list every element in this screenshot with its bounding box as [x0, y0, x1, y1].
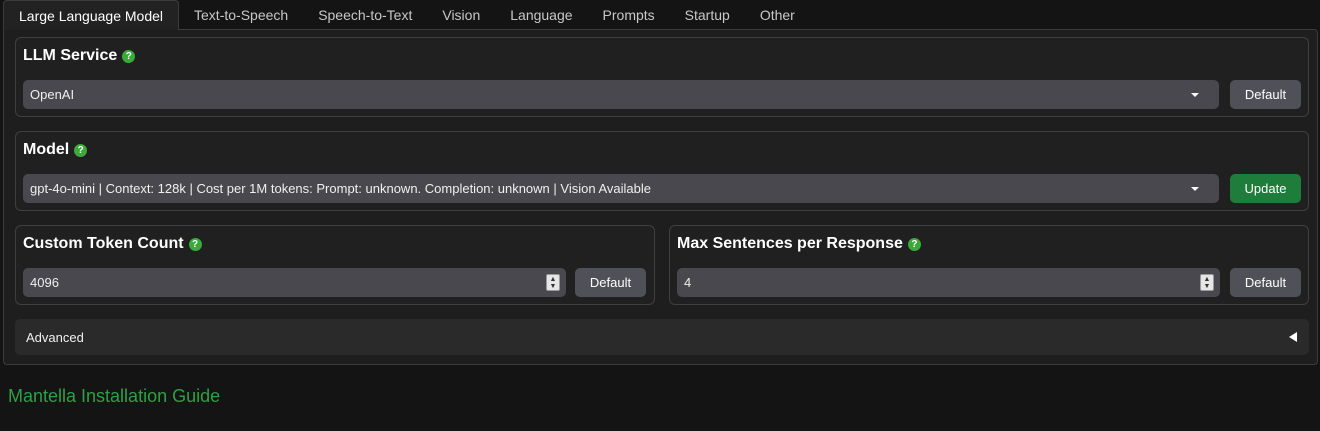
installation-guide-link[interactable]: Mantella Installation Guide [8, 386, 220, 407]
llm-service-default-button[interactable]: Default [1230, 80, 1301, 109]
model-card: Model ? gpt-4o-mini | Context: 128k | Co… [15, 131, 1309, 211]
number-stepper-icon[interactable]: ▲ ▼ [546, 274, 560, 291]
custom-token-count-value: 4096 [30, 275, 59, 290]
tab-language[interactable]: Language [495, 0, 587, 29]
number-stepper-icon[interactable]: ▲ ▼ [1200, 274, 1214, 291]
model-title: Model ? [23, 141, 88, 159]
help-icon[interactable]: ? [122, 49, 136, 63]
chevron-down-icon [1191, 93, 1199, 97]
custom-token-count-card: Custom Token Count ? 4096 ▲ ▼ Default [15, 225, 655, 305]
triangle-left-icon [1289, 332, 1297, 342]
help-icon[interactable]: ? [74, 143, 88, 157]
max-sentences-title: Max Sentences per Response ? [677, 235, 921, 253]
custom-token-count-title: Custom Token Count ? [23, 235, 202, 253]
advanced-toggle[interactable]: Advanced [15, 319, 1309, 355]
max-sentences-default-button[interactable]: Default [1230, 268, 1301, 297]
tab-startup[interactable]: Startup [670, 0, 745, 29]
tab-large-language-model[interactable]: Large Language Model [3, 0, 180, 30]
model-select[interactable]: gpt-4o-mini | Context: 128k | Cost per 1… [23, 174, 1219, 203]
tab-bar: Large Language Model Text-to-Speech Spee… [3, 0, 810, 30]
tab-prompts[interactable]: Prompts [588, 0, 670, 29]
custom-token-count-default-button[interactable]: Default [575, 268, 646, 297]
advanced-label: Advanced [26, 329, 84, 345]
llm-service-select[interactable]: OpenAI [23, 80, 1219, 109]
tab-vision[interactable]: Vision [427, 0, 495, 29]
max-sentences-value: 4 [684, 275, 692, 290]
model-value: gpt-4o-mini | Context: 128k | Cost per 1… [30, 181, 651, 196]
max-sentences-input[interactable]: 4 ▲ ▼ [677, 268, 1220, 297]
tab-text-to-speech[interactable]: Text-to-Speech [179, 0, 303, 29]
settings-panel: LLM Service ? OpenAI Default Model ? gpt… [3, 29, 1318, 365]
model-update-button[interactable]: Update [1230, 174, 1301, 203]
help-icon[interactable]: ? [188, 237, 202, 251]
llm-service-card: LLM Service ? OpenAI Default [15, 37, 1309, 117]
tab-other[interactable]: Other [745, 0, 810, 29]
llm-service-title: LLM Service ? [23, 47, 136, 65]
tab-speech-to-text[interactable]: Speech-to-Text [303, 0, 427, 29]
llm-service-value: OpenAI [30, 87, 75, 102]
chevron-down-icon [1191, 187, 1199, 191]
custom-token-count-input[interactable]: 4096 ▲ ▼ [23, 268, 566, 297]
help-icon[interactable]: ? [907, 237, 921, 251]
max-sentences-card: Max Sentences per Response ? 4 ▲ ▼ Defaul… [669, 225, 1309, 305]
